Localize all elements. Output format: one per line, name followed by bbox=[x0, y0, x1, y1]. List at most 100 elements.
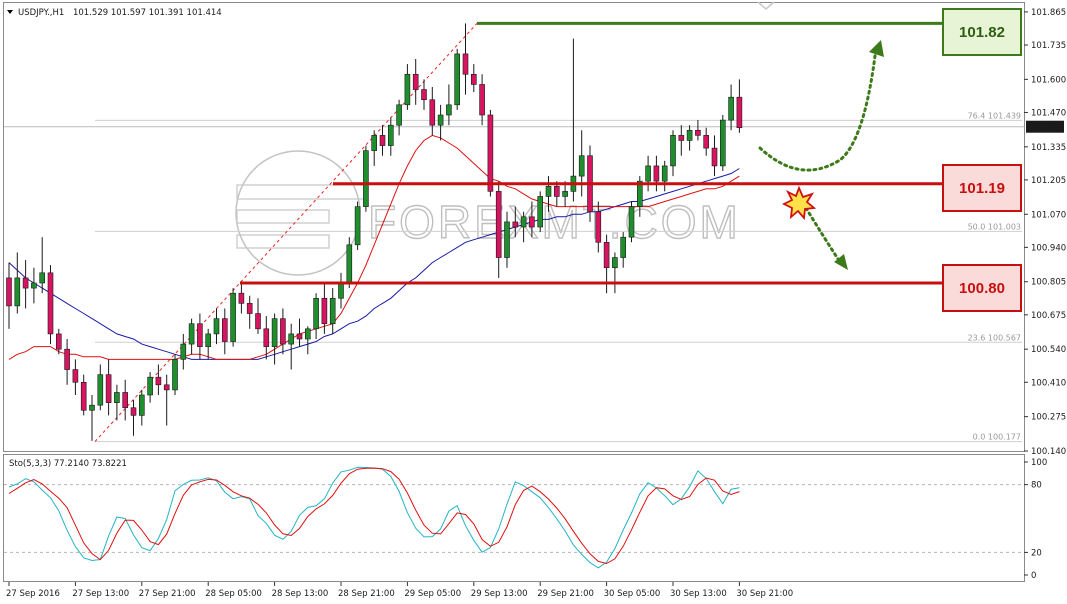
bearish-candle bbox=[130, 407, 137, 416]
ohlc-values: 101.529 101.597 101.391 101.414 bbox=[73, 8, 222, 18]
price-tick-label: 100.410 bbox=[1031, 378, 1066, 388]
bearish-candle bbox=[479, 84, 485, 116]
bullish-candle bbox=[139, 394, 145, 416]
time-tick-label: 29 Sep 05:00 bbox=[404, 589, 461, 599]
bearish-candle bbox=[462, 53, 469, 75]
bullish-candle bbox=[545, 185, 552, 197]
bullish-candle bbox=[89, 404, 95, 411]
bullish-candle bbox=[396, 104, 402, 126]
bullish-candle bbox=[304, 328, 311, 340]
bullish-candle bbox=[686, 129, 693, 141]
bearish-candle bbox=[163, 384, 170, 391]
bullish-candle bbox=[387, 124, 394, 146]
time-tick-label: 27 Sep 21:00 bbox=[139, 589, 196, 599]
price-tick-label: 100.275 bbox=[1031, 413, 1066, 423]
bullish-candle bbox=[14, 277, 21, 307]
one-click-trade-icon[interactable] bbox=[757, 1, 775, 10]
bearish-candle bbox=[55, 333, 62, 350]
price-tick-label: 101.470 bbox=[1031, 108, 1066, 118]
bearish-candle bbox=[296, 333, 303, 340]
bullish-candle bbox=[205, 333, 211, 347]
bullish-candle bbox=[371, 135, 378, 151]
arrow-up-head-icon bbox=[869, 40, 884, 57]
bullish-candle bbox=[338, 282, 344, 299]
bearish-candle bbox=[263, 328, 270, 347]
stoch-tick-label: 100 bbox=[1031, 458, 1047, 468]
price-tick-label: 101.600 bbox=[1031, 75, 1066, 85]
bullish-candle bbox=[172, 359, 178, 391]
bearish-candle bbox=[72, 369, 79, 383]
bullish-candle bbox=[147, 376, 153, 396]
bullish-candle bbox=[578, 155, 585, 177]
indicator-panel-frame bbox=[3, 454, 1025, 582]
price-tick-label: 100.675 bbox=[1031, 311, 1066, 321]
bearish-candle bbox=[321, 297, 328, 325]
bullish-candle bbox=[562, 191, 568, 197]
bearish-candle bbox=[197, 323, 203, 347]
bearish-candle bbox=[470, 73, 477, 85]
bullish-candle bbox=[346, 244, 353, 284]
bearish-candle bbox=[429, 99, 436, 126]
price-tick-label: 100.540 bbox=[1031, 345, 1066, 355]
menu-dropdown-icon[interactable] bbox=[7, 10, 13, 14]
pivot-level-label: 101.19 bbox=[959, 180, 1005, 197]
stoch-tick-label: 0 bbox=[1031, 571, 1036, 581]
bullish-candle bbox=[114, 392, 120, 403]
bearish-candle bbox=[487, 114, 494, 192]
bullish-candle bbox=[363, 150, 369, 207]
bearish-candle bbox=[238, 292, 245, 304]
time-tick-label: 30 Sep 05:00 bbox=[604, 589, 661, 599]
bearish-candle bbox=[6, 277, 12, 307]
stoch-tick-label: 20 bbox=[1031, 548, 1042, 558]
bullish-candle bbox=[329, 297, 336, 325]
time-tick-label: 28 Sep 05:00 bbox=[205, 589, 262, 599]
bearish-candle bbox=[736, 96, 743, 129]
symbol-label: USDJPY.,H1 bbox=[18, 8, 64, 18]
axes: 101.865 101.735 101.600 101.470 101.335 101.2… bbox=[6, 8, 1066, 599]
stochastic-label: Sto(5,3,3) 77.2140 73.8221 bbox=[9, 459, 127, 469]
bearish-candle bbox=[603, 241, 610, 269]
price-tick-label: 101.070 bbox=[1031, 210, 1066, 220]
bearish-candle bbox=[222, 318, 228, 342]
chart-header: USDJPY.,H1 101.529 101.597 101.391 101.4… bbox=[18, 8, 222, 18]
bullish-candle bbox=[454, 53, 461, 106]
price-tick-label: 100.805 bbox=[1031, 278, 1066, 288]
fib-level-label: 50.0 101.003 bbox=[968, 222, 1021, 231]
time-tick-label: 28 Sep 21:00 bbox=[338, 589, 395, 599]
time-tick-label: 27 Sep 2016 bbox=[6, 589, 60, 599]
bullish-candle bbox=[504, 221, 510, 258]
time-tick-label: 27 Sep 13:00 bbox=[72, 589, 129, 599]
price-tick-label: 101.735 bbox=[1031, 41, 1066, 51]
bearish-candle bbox=[595, 211, 602, 243]
bullish-candle bbox=[728, 96, 734, 121]
fib-level-label: 76.4 101.439 bbox=[968, 111, 1021, 120]
bullish-candle bbox=[230, 292, 236, 342]
bearish-candle bbox=[80, 381, 87, 411]
bearish-candle bbox=[512, 221, 519, 228]
bullish-candle bbox=[612, 257, 618, 269]
bullish-candle bbox=[520, 216, 527, 228]
stoch-tick-label: 80 bbox=[1031, 481, 1042, 491]
bullish-candle bbox=[313, 297, 319, 330]
bullish-candle bbox=[188, 323, 195, 345]
watermark-logo-icon bbox=[235, 150, 361, 276]
bearish-candle bbox=[553, 185, 560, 197]
bearish-candle bbox=[653, 165, 660, 182]
time-tick-label: 28 Sep 13:00 bbox=[272, 589, 329, 599]
bearish-candle bbox=[155, 376, 162, 386]
time-tick-label: 29 Sep 13:00 bbox=[471, 589, 528, 599]
stochastic-oscillator bbox=[4, 466, 1024, 569]
bearish-candle bbox=[22, 277, 29, 289]
bearish-candle bbox=[421, 89, 427, 101]
bearish-candle bbox=[412, 73, 419, 90]
bullish-candle bbox=[180, 343, 187, 360]
price-tick-label: 101.335 bbox=[1031, 143, 1066, 153]
bullish-candle bbox=[719, 119, 726, 167]
key-levels: 101.82 101.19 100.80 bbox=[240, 8, 1022, 312]
forex-chart[interactable]: FOREXMT.COM 76.4 101.439 50.0 101.003 23.6… bbox=[0, 0, 1067, 604]
bullish-candle bbox=[645, 165, 651, 182]
bearish-candle bbox=[695, 129, 701, 136]
current-price-label: 101.414 bbox=[1029, 123, 1064, 133]
bullish-candle bbox=[39, 272, 46, 284]
bearish-candle bbox=[255, 313, 261, 330]
